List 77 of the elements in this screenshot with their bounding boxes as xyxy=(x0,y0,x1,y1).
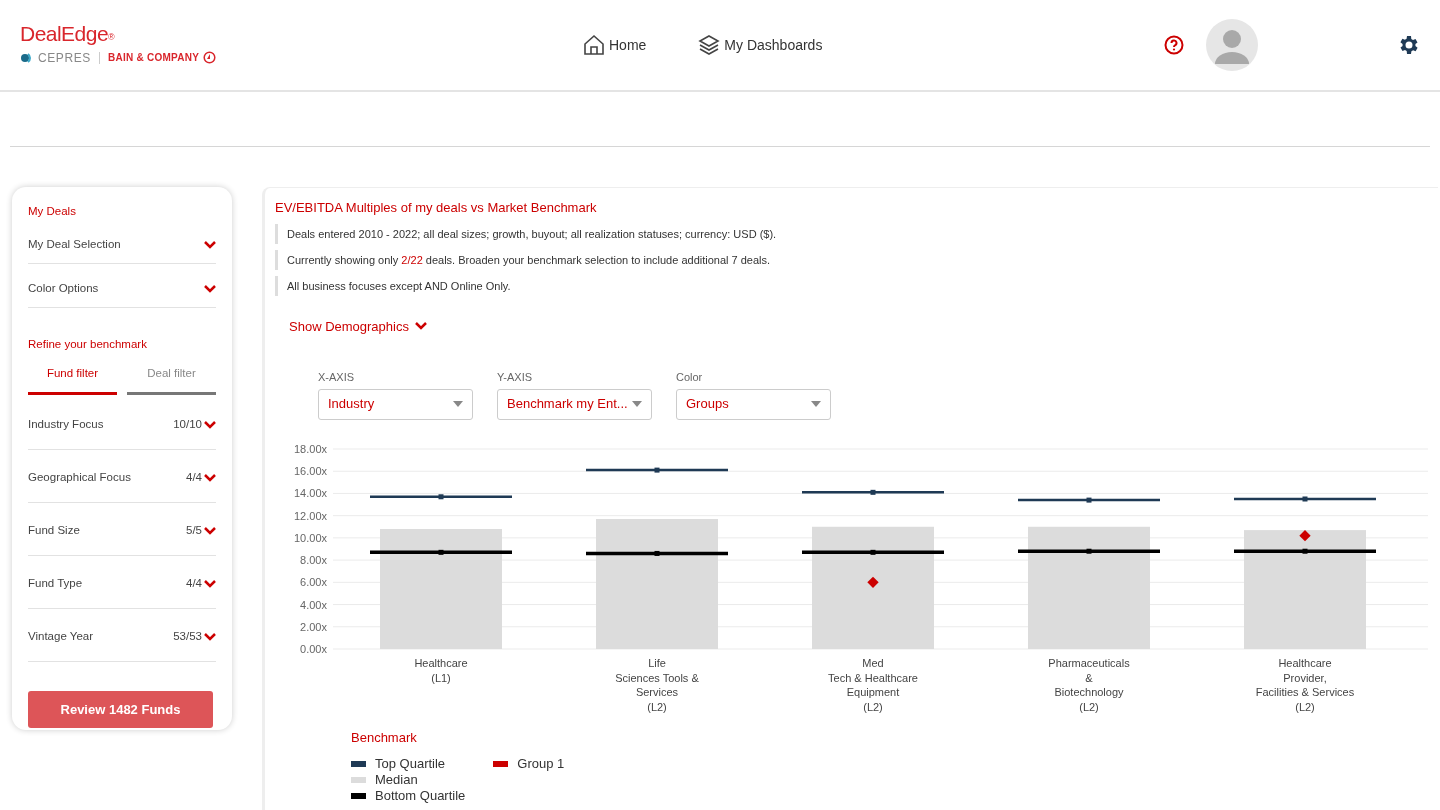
point xyxy=(1302,496,1308,501)
chevron-down-icon xyxy=(204,284,216,293)
filter-dropdown[interactable]: Industry Focus 10/10 xyxy=(28,396,216,450)
partner-name: CEPRES xyxy=(38,49,91,67)
select-dropdown[interactable]: Groups xyxy=(676,388,831,420)
deal-marker xyxy=(867,576,879,588)
legend-label: Top Quartile xyxy=(375,755,446,774)
nav-link[interactable]: Home xyxy=(583,34,647,56)
point xyxy=(438,493,444,499)
filter-dropdown[interactable]: Vintage Year 53/53 xyxy=(28,608,216,662)
filter-dropdown[interactable]: Fund Size 5/5 xyxy=(28,502,216,556)
point xyxy=(654,550,660,556)
caret-icon xyxy=(632,401,642,407)
point xyxy=(654,467,660,473)
caret-icon xyxy=(453,401,463,407)
cepres-logo-icon xyxy=(20,51,34,64)
section-heading: Refine your benchmark xyxy=(28,337,148,353)
point xyxy=(870,549,876,555)
registered-mark: ® xyxy=(108,32,115,43)
selector-label: Y-AXIS xyxy=(497,370,534,385)
y-axis-label: 18.00x xyxy=(293,442,327,455)
selector-label: Color xyxy=(676,370,704,385)
point xyxy=(438,549,444,555)
y-axis-label: 16.00x xyxy=(293,464,327,477)
filter-tab[interactable]: Fund filter xyxy=(28,364,117,395)
x-axis-label: Healthcare (L1) xyxy=(414,656,468,684)
y-axis-label: 8.00x xyxy=(300,553,327,566)
filter-tab[interactable]: Deal filter xyxy=(127,364,216,395)
legend-label: Bottom Quartile xyxy=(375,787,466,806)
circle-logo-icon xyxy=(203,51,217,65)
nav-link[interactable]: My Dashboards xyxy=(698,34,823,56)
x-axis-label: Pharmaceuticals & Biotechnology (L2) xyxy=(1048,656,1130,713)
y-axis-label: 4.00x xyxy=(300,598,327,611)
point xyxy=(1086,548,1092,554)
partner-name: BAIN & COMPANY xyxy=(107,51,200,66)
point xyxy=(1086,497,1092,503)
chevron-down-icon xyxy=(204,526,216,535)
select-dropdown[interactable]: Industry xyxy=(318,388,473,420)
section-heading: My Deals xyxy=(28,204,77,219)
legend-label: Group 1 xyxy=(517,755,565,774)
dropdown[interactable]: Color Options xyxy=(28,270,216,309)
select-dropdown[interactable]: Benchmark my Ent... xyxy=(497,388,652,420)
y-axis-label: 10.00x xyxy=(293,531,327,544)
legend-title: Benchmark xyxy=(351,728,418,747)
filter-dropdown[interactable]: Geographical Focus 4/4 xyxy=(28,449,216,503)
x-axis-label: Life Sciences Tools & Services (L2) xyxy=(615,656,699,713)
note-text: All business focuses except AND Online Only. xyxy=(275,275,1438,296)
note-text: Currently showing only 2/22 deals. Broaden your benchmark selection to include additional 7 deals. xyxy=(275,249,1438,270)
legend-label: Median xyxy=(375,771,418,790)
review-funds-button[interactable]: Review 1482 Funds xyxy=(28,690,213,728)
caret-icon xyxy=(811,401,821,407)
chevron-down-icon xyxy=(414,322,427,331)
dropdown[interactable]: My Deal Selection xyxy=(28,226,216,265)
x-axis-label: Healthcare Provider, Facilities & Services (L2) xyxy=(1255,656,1355,713)
y-axis-label: 6.00x xyxy=(300,575,327,588)
show-demographics-toggle[interactable]: Show Demographics xyxy=(289,316,427,336)
point xyxy=(870,489,876,495)
chevron-down-icon xyxy=(204,632,216,641)
chevron-down-icon xyxy=(204,420,216,429)
y-axis-label: 12.00x xyxy=(293,509,327,522)
y-axis-label: 14.00x xyxy=(293,486,327,499)
panel-title: EV/EBITDA Multiples of my deals vs Market Benchmark xyxy=(275,199,598,217)
chevron-down-icon xyxy=(204,579,216,588)
note-text: Deals entered 2010 - 2022; all deal sizes; growth, buyout; all realization statuses; currency: USD ($). xyxy=(275,223,1438,244)
deal-marker xyxy=(1299,529,1311,541)
logo-wordmark: DealEdge xyxy=(20,23,109,45)
y-axis-label: 2.00x xyxy=(300,620,327,633)
layers-icon xyxy=(698,34,721,56)
selector-label: X-AXIS xyxy=(318,370,356,385)
y-axis-label: 0.00x xyxy=(300,642,327,655)
x-axis-label: Med Tech & Healthcare Equipment (L2) xyxy=(828,656,918,713)
help-icon[interactable] xyxy=(1164,35,1184,55)
point xyxy=(1302,548,1308,554)
chevron-down-icon xyxy=(204,473,216,482)
house-icon xyxy=(583,34,605,56)
chevron-down-icon xyxy=(204,240,216,249)
filter-dropdown[interactable]: Fund Type 4/4 xyxy=(28,555,216,609)
